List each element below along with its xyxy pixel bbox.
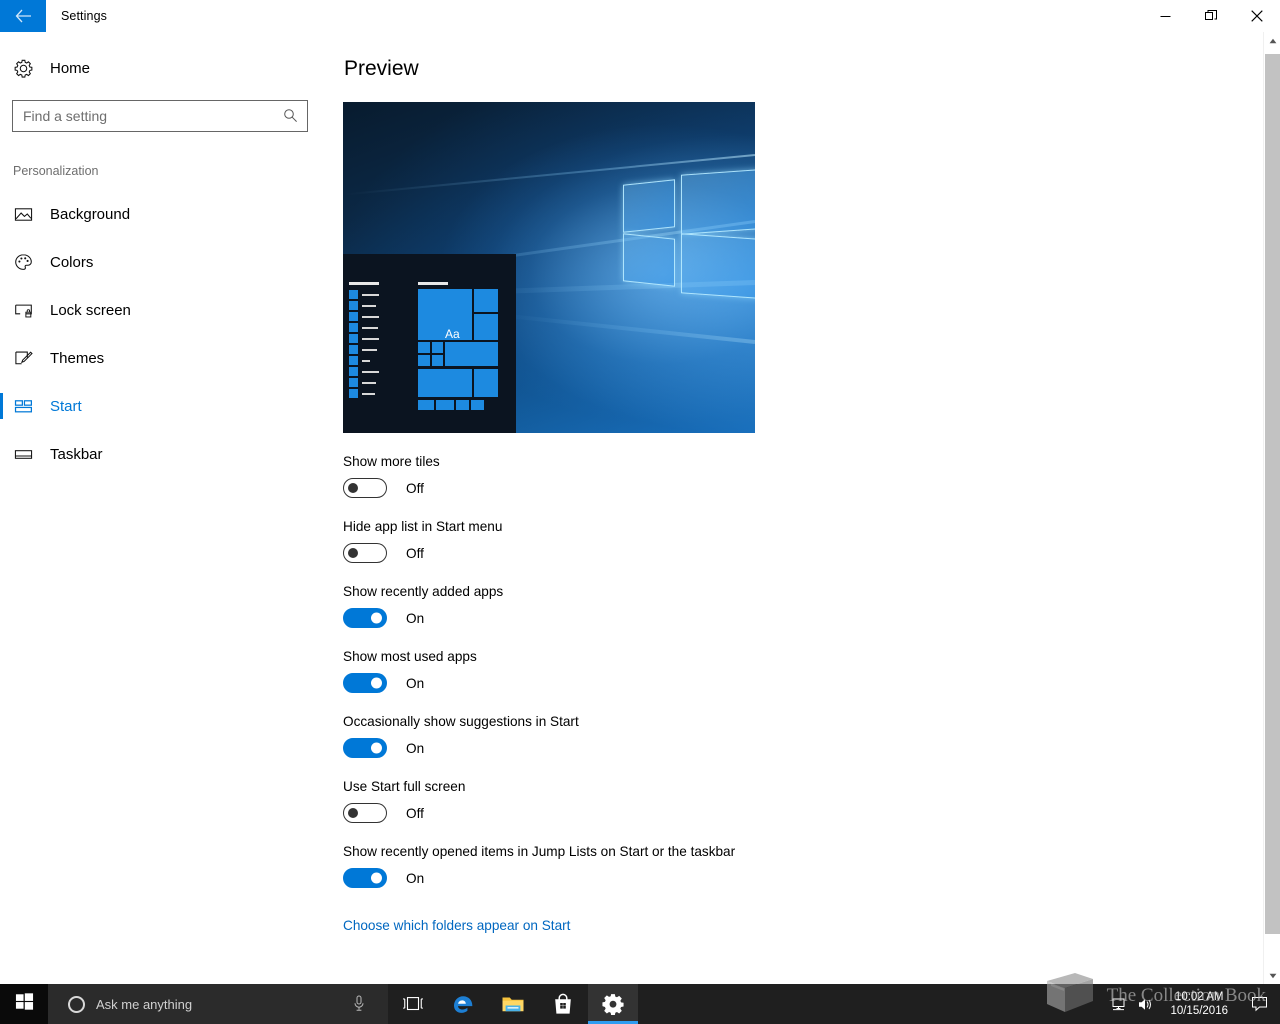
back-button[interactable] [0, 0, 46, 32]
sidebar-item-label: Background [50, 205, 131, 223]
scroll-down-arrow[interactable] [1264, 967, 1280, 984]
sidebar-item-label: Lock screen [50, 301, 131, 319]
toggle-state-label: On [406, 610, 425, 626]
preview-app-list [349, 282, 387, 399]
page-title: Preview [344, 57, 419, 80]
toggle-state-label: On [406, 675, 425, 691]
preview-tile-text: Aa [445, 327, 460, 341]
setting-label: Show more tiles [343, 454, 440, 469]
cortana-search-box[interactable]: Ask me anything [48, 984, 388, 1024]
search-box[interactable] [12, 100, 308, 132]
setting-label: Show most used apps [343, 649, 477, 664]
network-icon[interactable] [1106, 984, 1132, 1024]
file-explorer-icon[interactable] [488, 984, 538, 1024]
sidebar-item-themes[interactable]: Themes [0, 334, 320, 382]
close-button[interactable] [1234, 0, 1280, 32]
setting-use-start-full-screen: Use Start full screen Off [343, 779, 1255, 823]
toggle-hide-app-list[interactable] [343, 543, 387, 563]
preview-start-panel: Aa [343, 254, 516, 433]
setting-show-jump-lists: Show recently opened items in Jump Lists… [343, 844, 1255, 888]
sidebar-item-home[interactable]: Home [0, 48, 320, 88]
cortana-placeholder: Ask me anything [96, 996, 193, 1012]
edge-browser-icon[interactable] [438, 984, 488, 1024]
clock-date: 10/15/2016 [1170, 1005, 1228, 1017]
task-view-icon[interactable] [388, 984, 438, 1024]
sidebar-nav: Background Colors Lock screen Themes Sta… [0, 190, 320, 478]
main-content: Preview Aa Show more tiles Off Hide app … [320, 32, 1255, 984]
cortana-circle-icon [68, 995, 85, 1013]
setting-show-more-tiles: Show more tiles Off [343, 454, 1255, 498]
taskbar: Ask me anything 10:02 AM 10/15/2016 [0, 984, 1280, 1024]
toggle-state-label: On [406, 740, 425, 756]
search-icon[interactable] [283, 108, 298, 128]
toggle-show-most-used-apps[interactable] [343, 673, 387, 693]
microsoft-store-icon[interactable] [538, 984, 588, 1024]
setting-hide-app-list: Hide app list in Start menu Off [343, 519, 1255, 563]
sidebar-home-label: Home [50, 59, 91, 77]
volume-icon[interactable] [1132, 984, 1158, 1024]
toggle-state-label: Off [406, 545, 424, 561]
toggle-state-label: Off [406, 480, 424, 496]
setting-show-most-used-apps: Show most used apps On [343, 649, 1255, 693]
setting-show-suggestions: Occasionally show suggestions in Start O… [343, 714, 1255, 758]
setting-label: Occasionally show suggestions in Start [343, 714, 579, 729]
taskbar-icon [14, 445, 44, 464]
clock-time: 10:02 AM [1174, 991, 1224, 1003]
search-input[interactable] [13, 102, 273, 130]
setting-label: Show recently added apps [343, 584, 504, 599]
sidebar-item-lock-screen[interactable]: Lock screen [0, 286, 320, 334]
window-title: Settings [61, 9, 107, 23]
vertical-scrollbar[interactable] [1263, 32, 1280, 984]
action-center-icon[interactable] [1240, 984, 1278, 1024]
gear-icon [14, 59, 44, 78]
sidebar-item-label: Colors [50, 253, 94, 271]
settings-list: Show more tiles Off Hide app list in Sta… [343, 454, 1255, 888]
setting-label: Show recently opened items in Jump Lists… [343, 844, 736, 859]
toggle-use-start-full-screen[interactable] [343, 803, 387, 823]
brush-icon [14, 349, 44, 368]
sidebar-item-label: Taskbar [50, 445, 103, 463]
windows-logo-icon [15, 992, 34, 1016]
lock-screen-icon [14, 301, 44, 320]
sidebar-item-background[interactable]: Background [0, 190, 320, 238]
minimize-button[interactable] [1142, 0, 1188, 32]
setting-label: Hide app list in Start menu [343, 519, 503, 534]
start-tiles-icon [14, 397, 44, 416]
choose-folders-link[interactable]: Choose which folders appear on Start [343, 918, 570, 933]
sidebar-item-start[interactable]: Start [0, 382, 320, 430]
settings-gear-icon[interactable] [588, 984, 638, 1024]
toggle-show-recently-added-apps[interactable] [343, 608, 387, 628]
setting-label: Use Start full screen [343, 779, 466, 794]
sidebar-item-taskbar[interactable]: Taskbar [0, 430, 320, 478]
microphone-icon[interactable] [352, 995, 366, 1017]
restore-button[interactable] [1188, 0, 1234, 32]
back-arrow-icon [15, 9, 32, 23]
sidebar-item-label: Themes [50, 349, 105, 367]
toggle-show-suggestions[interactable] [343, 738, 387, 758]
toggle-state-label: On [406, 870, 425, 886]
picture-icon [14, 205, 44, 224]
taskbar-clock[interactable]: 10:02 AM 10/15/2016 [1158, 990, 1240, 1018]
start-menu-preview-image: Aa [343, 102, 755, 433]
toggle-show-more-tiles[interactable] [343, 478, 387, 498]
preview-tiles-group: Aa [418, 282, 510, 431]
palette-icon [14, 253, 44, 272]
sidebar-item-colors[interactable]: Colors [0, 238, 320, 286]
toggle-show-jump-lists[interactable] [343, 868, 387, 888]
title-bar: Settings [0, 0, 1280, 32]
start-button[interactable] [0, 984, 48, 1024]
setting-show-recently-added-apps: Show recently added apps On [343, 584, 1255, 628]
windows-logo-watermark [623, 169, 755, 299]
scroll-up-arrow[interactable] [1264, 32, 1280, 49]
sidebar-category-label: Personalization [13, 164, 99, 178]
window-controls [1142, 0, 1280, 32]
scrollbar-thumb[interactable] [1265, 54, 1280, 934]
system-tray: 10:02 AM 10/15/2016 [1106, 984, 1280, 1024]
sidebar-item-label: Start [50, 397, 82, 415]
toggle-state-label: Off [406, 805, 424, 821]
sidebar: Home Personalization Background [0, 32, 320, 984]
